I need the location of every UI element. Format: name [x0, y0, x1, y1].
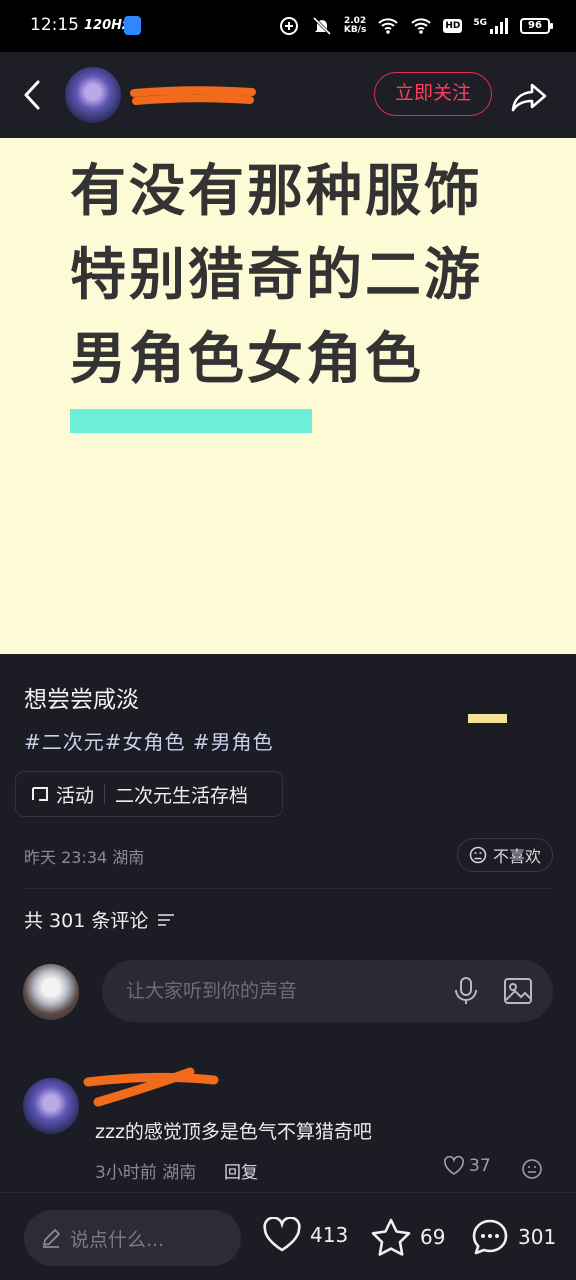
- activity-chip[interactable]: 活动 二次元生活存档: [15, 771, 283, 817]
- my-avatar: [23, 964, 79, 1020]
- cover-text-line-2: 特别猎奇的二游: [70, 243, 483, 308]
- comment-count-bottom: 301: [518, 1225, 557, 1249]
- comment-input-bar[interactable]: [102, 960, 553, 1022]
- microphone-icon[interactable]: [452, 976, 480, 1006]
- comment-location: 湖南: [162, 1163, 197, 1183]
- post-header: 立即关注: [0, 52, 576, 138]
- comment-input[interactable]: [126, 960, 426, 1022]
- say-something-input[interactable]: 说点什么...: [24, 1210, 241, 1266]
- say-placeholder: 说点什么...: [70, 1228, 165, 1251]
- pencil-icon: [43, 1229, 60, 1248]
- bottom-action-bar: 说点什么... 413 69 301: [0, 1192, 576, 1280]
- comment-like-count: 37: [469, 1156, 491, 1176]
- wifi-icon-2: [411, 18, 432, 34]
- post-title: 想尝尝咸淡: [24, 687, 139, 713]
- activity-name: 二次元生活存档: [115, 784, 249, 807]
- chip-divider: [104, 784, 106, 804]
- cover-text-line-3: 男角色女角色: [70, 327, 424, 392]
- signal-icon: [490, 18, 508, 34]
- status-bar: 12:15 120Hz 2.02 KB/s HD 5G 96: [0, 0, 576, 52]
- app-notification-icon: [124, 16, 141, 35]
- favorite-count: 69: [420, 1225, 446, 1249]
- author-avatar[interactable]: [65, 67, 121, 123]
- favorite-button[interactable]: 69: [370, 1217, 445, 1257]
- dislike-button[interactable]: 不喜欢: [457, 838, 553, 872]
- comment-bubble-icon: [472, 1219, 508, 1255]
- dislike-label: 不喜欢: [492, 847, 541, 866]
- page-indicator: [468, 714, 507, 723]
- share-icon[interactable]: [510, 76, 550, 116]
- comment-like-button[interactable]: 37: [443, 1156, 491, 1176]
- author-name-redaction: [130, 86, 256, 105]
- text-highlight: [70, 409, 312, 433]
- comment-meta: 3小时前 湖南: [95, 1158, 196, 1183]
- comment-count: 共 301 条评论: [24, 906, 176, 933]
- comment-text: zzz的感觉顶多是色气不算猎奇吧: [95, 1121, 372, 1143]
- net-speed: 2.02 KB/s: [343, 16, 367, 35]
- heart-icon: [444, 1156, 464, 1175]
- mute-bell-icon: [312, 16, 331, 36]
- post-meta: 昨天 23:34 湖南: [24, 844, 144, 868]
- heart-icon: [263, 1217, 301, 1252]
- comment-count-label: 共 301 条评论: [24, 910, 149, 932]
- like-button[interactable]: 413: [262, 1217, 348, 1253]
- frown-icon: [469, 846, 487, 864]
- image-icon[interactable]: [502, 975, 534, 1007]
- post-tags[interactable]: #二次元#女角色 #男角色: [24, 726, 274, 755]
- sort-icon[interactable]: [156, 912, 176, 928]
- hd-badge: HD: [443, 19, 463, 33]
- comment-button[interactable]: 301: [470, 1217, 556, 1257]
- wifi-icon: [378, 18, 399, 34]
- divider: [24, 888, 552, 889]
- star-icon: [371, 1218, 411, 1256]
- commenter-avatar[interactable]: [23, 1078, 79, 1134]
- status-time: 12:15: [30, 15, 79, 35]
- comment-time: 3小时前: [95, 1163, 157, 1183]
- commenter-name-redaction: [83, 1067, 219, 1107]
- follow-button[interactable]: 立即关注: [374, 72, 492, 116]
- emoji-react-icon[interactable]: [521, 1158, 543, 1180]
- reply-button[interactable]: 回复: [224, 1158, 258, 1183]
- cover-text-line-1: 有没有那种服饰: [70, 159, 483, 224]
- battery-icon: 96: [520, 18, 553, 34]
- back-arrow-icon[interactable]: [16, 76, 50, 114]
- refresh-rate: 120Hz: [84, 18, 130, 33]
- network-type: 5G: [473, 18, 509, 34]
- add-circle-icon: [279, 17, 298, 35]
- like-count: 413: [310, 1223, 349, 1247]
- post-location: 湖南: [112, 848, 145, 867]
- post-cover-image[interactable]: 有没有那种服饰 特别猎奇的二游 男角色女角色: [0, 138, 576, 723]
- activity-label: 活动: [56, 784, 95, 807]
- post-time: 昨天 23:34: [24, 848, 108, 867]
- activity-icon: [32, 787, 48, 801]
